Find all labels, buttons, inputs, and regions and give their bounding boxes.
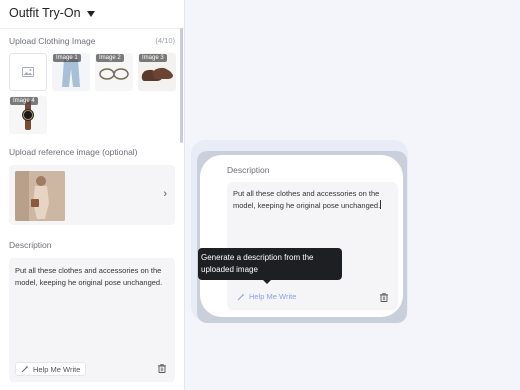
clothing-image-2[interactable]: Image 2 <box>95 53 133 91</box>
clothing-image-4[interactable]: Image 4 <box>9 96 47 134</box>
description-label: Description <box>9 240 52 250</box>
scrollbar[interactable] <box>180 28 183 143</box>
image-tag: Image 3 <box>139 54 167 62</box>
add-image-button[interactable] <box>9 53 47 91</box>
clothing-image-3[interactable]: Image 3 <box>138 53 176 91</box>
app-title-dropdown[interactable]: Outfit Try-On <box>9 6 95 20</box>
zoomed-help-me-write-label: Help Me Write <box>249 292 297 301</box>
image-tag: Image 1 <box>53 54 81 62</box>
text-cursor <box>380 200 382 209</box>
clothing-image-1[interactable]: Image 1 <box>52 53 90 91</box>
left-panel: Outfit Try-On Upload Clothing Image (4/1… <box>0 0 185 390</box>
help-me-write-tooltip: Generate a description from the uploaded… <box>198 248 342 284</box>
upload-count: (4/10) <box>155 36 175 45</box>
chevron-right-icon[interactable]: › <box>163 188 167 200</box>
zoomed-description-label: Description <box>227 165 270 175</box>
help-me-write-label: Help Me Write <box>33 364 81 374</box>
reference-image <box>15 171 65 221</box>
image-tag: Image 4 <box>10 97 38 105</box>
model-photo <box>15 171 65 221</box>
zoomed-description-card: Description Put all these clothes and ac… <box>200 155 403 317</box>
magic-wand-icon <box>237 293 245 300</box>
help-me-write-button[interactable]: Help Me Write <box>15 362 87 376</box>
app-title: Outfit Try-On <box>9 6 81 20</box>
tooltip-text: Generate a description from the uploaded… <box>201 253 314 274</box>
description-text: Put all these clothes and accessories on… <box>15 266 163 287</box>
trash-icon[interactable] <box>380 293 388 302</box>
caret-down-icon <box>86 10 95 17</box>
zoomed-description-text: Put all these clothes and accessories on… <box>233 189 382 210</box>
trash-icon[interactable] <box>158 364 166 373</box>
upload-clothing-label: Upload Clothing Image <box>9 36 96 46</box>
upload-reference-label: Upload reference image (optional) <box>9 147 138 157</box>
zoomed-help-me-write-button[interactable]: Help Me Write <box>237 292 296 301</box>
description-textarea[interactable]: Put all these clothes and accessories on… <box>9 258 175 382</box>
magic-wand-icon <box>21 365 29 373</box>
image-placeholder-icon <box>22 67 34 77</box>
reference-image-selector[interactable]: › <box>9 165 175 225</box>
divider <box>0 28 185 29</box>
zoomed-description-textarea[interactable]: Put all these clothes and accessories on… <box>227 182 398 310</box>
image-tag: Image 2 <box>96 54 124 62</box>
tooltip-arrow <box>263 280 271 284</box>
